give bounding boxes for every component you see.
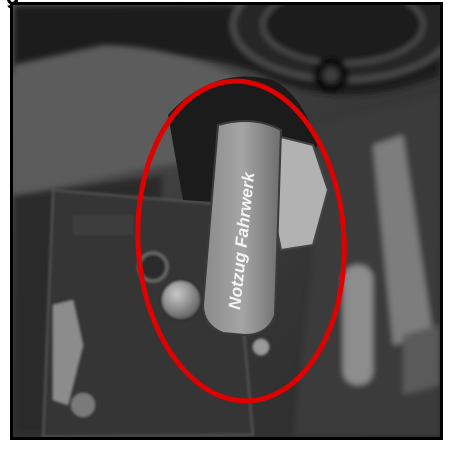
- cockpit-photo-illustration: Notzug Fahrwerk: [13, 5, 440, 437]
- emergency-gear-lever: Notzug Fahrwerk: [201, 120, 283, 337]
- page: g: [0, 0, 453, 454]
- cockpit-photo: Notzug Fahrwerk: [10, 2, 443, 440]
- round-knob: [160, 279, 202, 321]
